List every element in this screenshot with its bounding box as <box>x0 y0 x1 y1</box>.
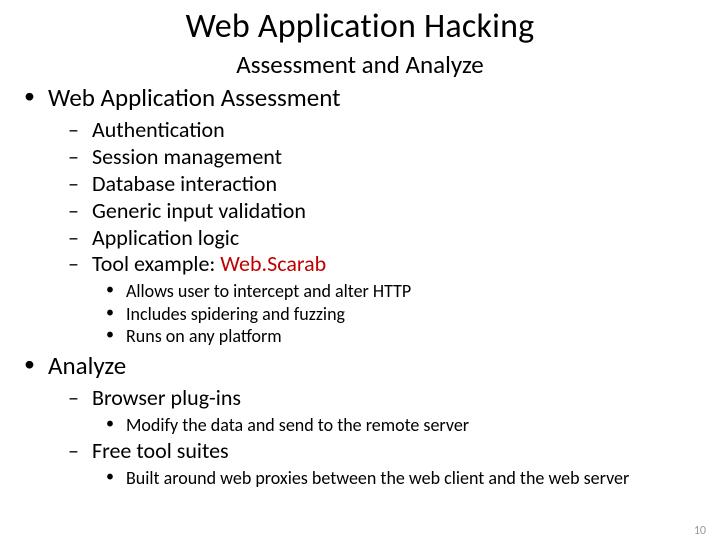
section-analyze: Analyze Browser plug-ins Modify the data… <box>48 350 720 490</box>
tool-prefix: Tool example: <box>92 250 220 277</box>
bullet-list: Web Application Assessment Authenticatio… <box>0 82 720 490</box>
section-assessment-label: Web Application Assessment <box>48 82 340 113</box>
assessment-items: Authentication Session management Databa… <box>48 117 720 347</box>
slide-title: Web Application Hacking <box>0 6 720 47</box>
analyze-browser-plugins: Browser plug-ins Modify the data and sen… <box>92 385 720 436</box>
tool-note: Runs on any platform <box>126 325 720 348</box>
section-analyze-label: Analyze <box>48 350 126 381</box>
free-tool-suites-label: Free tool suites <box>92 437 229 464</box>
section-assessment: Web Application Assessment Authenticatio… <box>48 82 720 348</box>
free-tool-suites-note: Built around web proxies between the web… <box>126 467 720 490</box>
page-number: 10 <box>694 524 706 538</box>
assessment-item: Database interaction <box>92 171 720 198</box>
tool-name: Web.Scarab <box>220 250 326 277</box>
slide-subtitle: Assessment and Analyze <box>0 49 720 80</box>
assessment-item: Session management <box>92 144 720 171</box>
analyze-free-tool-suites: Free tool suites Built around web proxie… <box>92 438 720 489</box>
tool-note: Allows user to intercept and alter HTTP <box>126 280 720 303</box>
tool-note: Includes spidering and fuzzing <box>126 303 720 326</box>
assessment-item: Authentication <box>92 117 720 144</box>
free-tool-suites-notes: Built around web proxies between the web… <box>92 467 720 490</box>
analyze-items: Browser plug-ins Modify the data and sen… <box>48 385 720 490</box>
browser-plugins-label: Browser plug-ins <box>92 384 241 411</box>
assessment-tool-example: Tool example: Web.Scarab Allows user to … <box>92 251 720 347</box>
browser-plugins-notes: Modify the data and send to the remote s… <box>92 414 720 437</box>
assessment-item: Generic input validation <box>92 198 720 225</box>
tool-notes: Allows user to intercept and alter HTTP … <box>92 280 720 348</box>
slide: Web Application Hacking Assessment and A… <box>0 6 720 546</box>
assessment-item: Application logic <box>92 225 720 252</box>
browser-plugins-note: Modify the data and send to the remote s… <box>126 414 720 437</box>
